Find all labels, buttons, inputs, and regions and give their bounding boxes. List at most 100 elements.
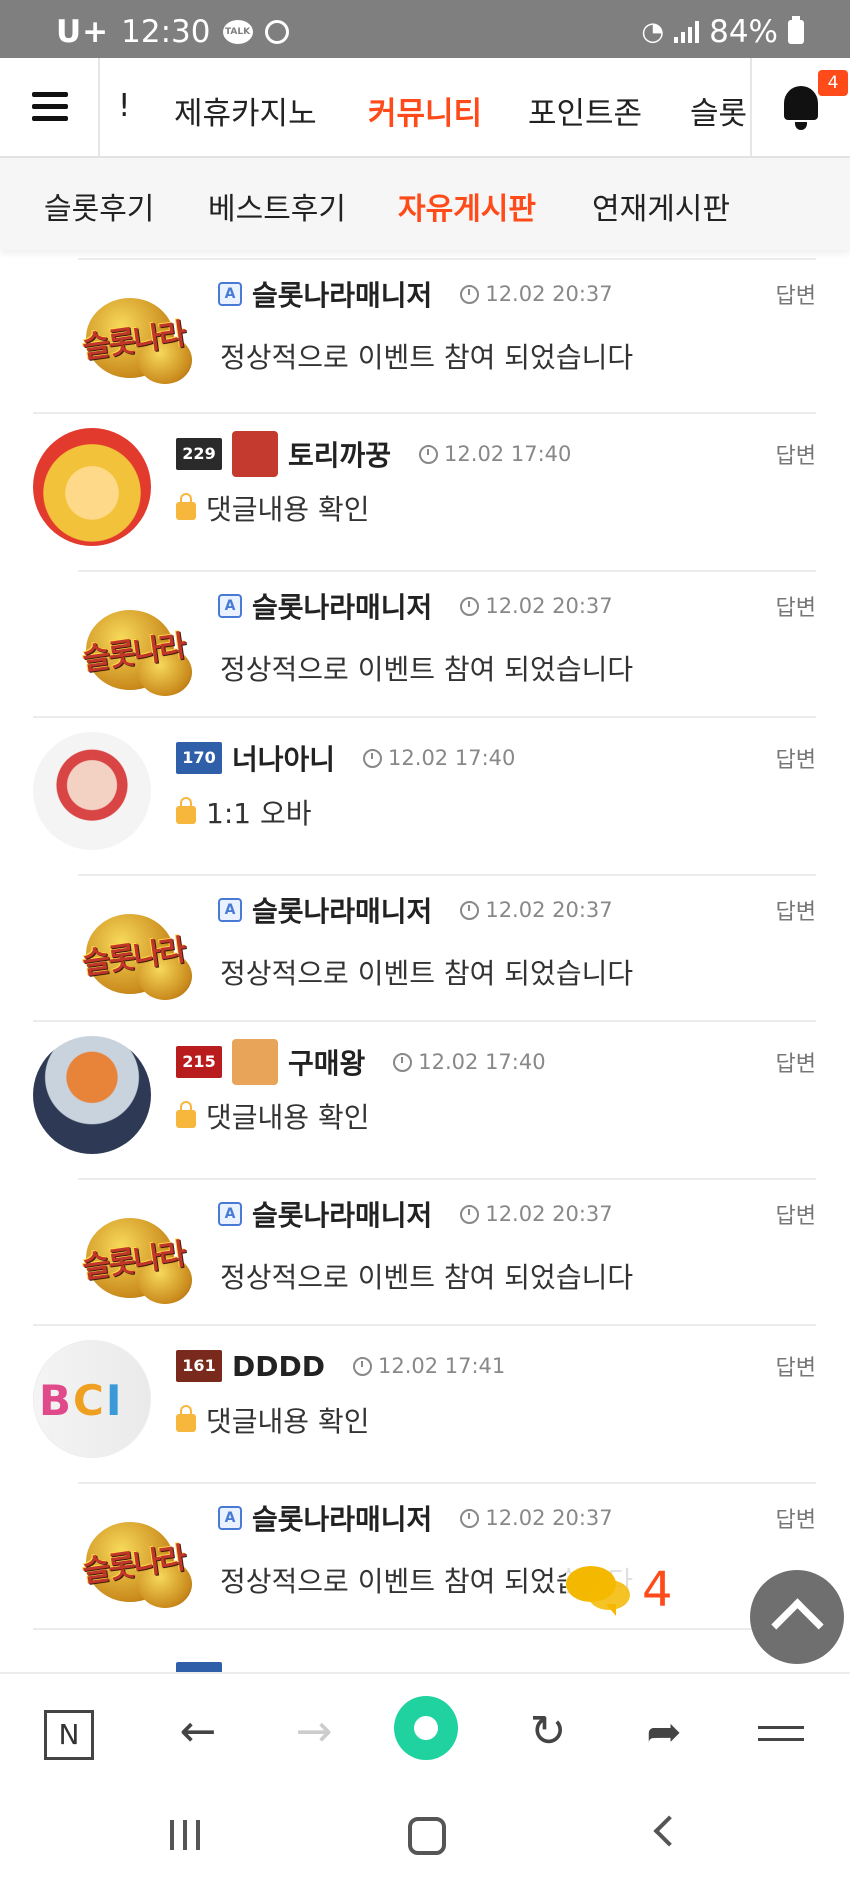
top-navigation: ! 제휴카지노 커뮤니티 포인트존 슬롯 4 <box>0 58 850 158</box>
divider <box>78 258 816 260</box>
level-badge-icon: 161 <box>176 1350 222 1382</box>
carrier-label: U+ <box>56 14 110 50</box>
reply-button[interactable]: 답변 <box>776 1046 816 1078</box>
comment-time: 12.02 17:41 <box>377 1354 506 1378</box>
comment-time: 12.02 20:37 <box>485 1506 613 1530</box>
reply-button[interactable]: 답변 <box>776 1350 816 1382</box>
comment-text: 댓글내용 확인 <box>206 1101 370 1134</box>
comment-item: 229 토리까꿍 12.02 17:40 답변 댓글내용 확인 <box>0 412 850 564</box>
reply-button[interactable]: 답변 <box>776 438 816 470</box>
mini-avatar <box>232 1039 278 1085</box>
comment-author[interactable]: 토리까꿍 <box>288 434 391 474</box>
clock-icon <box>352 1356 372 1376</box>
comment-item: 215 구매왕 12.02 17:40 답변 댓글내용 확인 <box>0 1020 850 1172</box>
subtab-free-board[interactable]: 자유게시판 <box>398 184 536 228</box>
naver-n-button[interactable]: N <box>44 1710 94 1760</box>
comment-time: 12.02 20:37 <box>485 898 613 922</box>
clock-icon <box>460 900 480 920</box>
comment-author[interactable]: 슬롯나라매니저 <box>252 274 432 314</box>
comment-author[interactable]: 슬롯나라매니저 <box>252 890 432 930</box>
reply-button[interactable]: 답변 <box>776 1198 816 1230</box>
reply-button[interactable]: 답변 <box>776 590 816 622</box>
divider <box>78 1482 816 1484</box>
chevron-up-icon <box>771 1598 824 1651</box>
avatar[interactable] <box>33 1036 151 1154</box>
comment-count: 4 <box>642 1562 673 1618</box>
battery-percent: 84% <box>709 14 778 50</box>
admin-badge-icon: A <box>218 282 242 306</box>
battery-icon <box>788 16 804 44</box>
menu-button[interactable] <box>0 58 100 156</box>
nav-tab-exclaim[interactable]: ! <box>118 88 130 124</box>
manager-logo: 슬롯나라 <box>78 286 196 390</box>
reply-button[interactable]: 답변 <box>776 742 816 774</box>
comment-reply: 슬롯나라 A 슬롯나라매니저 12.02 20:37 답변 정상적으로 이벤트 … <box>0 1476 850 1628</box>
divider <box>33 412 816 414</box>
manager-logo: 슬롯나라 <box>78 902 196 1006</box>
share-icon[interactable]: ➦ <box>634 1702 694 1762</box>
avatar[interactable] <box>33 428 151 546</box>
home-icon[interactable] <box>408 1817 446 1855</box>
alarm-icon <box>264 20 289 44</box>
board-sub-navigation: 슬롯후기 베스트후기 자유게시판 연재게시판 <box>0 158 850 250</box>
reply-button[interactable]: 답변 <box>776 894 816 926</box>
scroll-to-top-button[interactable] <box>750 1570 844 1664</box>
nav-tab-slot[interactable]: 슬롯 <box>690 88 747 133</box>
lock-icon <box>176 797 196 824</box>
admin-badge-icon: A <box>218 1506 242 1530</box>
comment-count-button[interactable]: 4 <box>566 1562 678 1622</box>
comment-item-partial <box>0 1628 850 1672</box>
subtab-series-board[interactable]: 연재게시판 <box>592 184 730 228</box>
clock-icon <box>460 1204 480 1224</box>
reply-button[interactable]: 답변 <box>776 1502 816 1534</box>
clock-icon <box>460 596 480 616</box>
browser-menu-icon[interactable] <box>752 1702 812 1762</box>
comment-author[interactable]: 너나아니 <box>232 738 335 778</box>
lock-icon <box>176 1101 196 1128</box>
divider <box>78 874 816 876</box>
nav-tab-partner-casino[interactable]: 제휴카지노 <box>174 88 317 133</box>
reply-button[interactable]: 답변 <box>776 278 816 310</box>
signal-icon <box>674 21 700 43</box>
nav-tab-community[interactable]: 커뮤니티 <box>368 88 482 133</box>
avatar[interactable]: BCI <box>33 1340 151 1458</box>
manager-logo: 슬롯나라 <box>78 1206 196 1310</box>
comment-item: 170 너나아니 12.02 17:40 답변 1:1 오바 <box>0 716 850 868</box>
divider <box>33 1628 816 1630</box>
divider <box>33 716 816 718</box>
comment-time: 12.02 20:37 <box>485 594 613 618</box>
subtab-slot-review[interactable]: 슬롯후기 <box>44 184 154 228</box>
admin-badge-icon: A <box>218 898 242 922</box>
comment-reply: 슬롯나라 A 슬롯나라매니저 12.02 20:37 답변 정상적으로 이벤트 … <box>0 564 850 716</box>
manager-logo: 슬롯나라 <box>78 598 196 702</box>
avatar[interactable] <box>33 732 151 850</box>
divider <box>78 1178 816 1180</box>
comment-item: BCI 161 DDDD 12.02 17:41 답변 댓글내용 확인 <box>0 1324 850 1476</box>
notification-badge: 4 <box>818 70 848 96</box>
comment-author[interactable]: 슬롯나라매니저 <box>252 1194 432 1234</box>
divider <box>33 1020 816 1022</box>
green-dot-home-button[interactable] <box>394 1696 458 1760</box>
forward-arrow-icon[interactable]: → <box>284 1702 344 1762</box>
comment-author[interactable]: 슬롯나라매니저 <box>252 586 432 626</box>
comment-text: 댓글내용 확인 <box>206 1405 370 1438</box>
comment-text: 1:1 오바 <box>206 797 312 830</box>
level-badge-icon: 170 <box>176 742 222 774</box>
reload-icon[interactable]: ↻ <box>518 1702 578 1762</box>
back-arrow-icon[interactable]: ← <box>168 1702 228 1762</box>
subtab-best-review[interactable]: 베스트후기 <box>208 184 346 228</box>
clock-icon <box>393 1052 413 1072</box>
nav-tab-point-zone[interactable]: 포인트존 <box>528 88 642 133</box>
level-badge-icon: 229 <box>176 438 222 470</box>
comment-author[interactable]: DDDD <box>232 1350 325 1383</box>
comment-reply: 슬롯나라 A 슬롯나라매니저 12.02 20:37 답변 정상적으로 이벤트 … <box>0 868 850 1020</box>
level-badge-icon: 215 <box>176 1046 222 1078</box>
clock-icon <box>460 1508 480 1528</box>
comment-text: 댓글내용 확인 <box>206 493 370 526</box>
comment-author[interactable]: 슬롯나라매니저 <box>252 1498 432 1538</box>
system-back-icon[interactable] <box>653 1815 685 1847</box>
notification-button[interactable]: 4 <box>750 58 850 156</box>
lock-icon <box>176 493 196 520</box>
comment-author[interactable]: 구매왕 <box>288 1042 365 1082</box>
recent-apps-icon[interactable] <box>170 1820 200 1850</box>
